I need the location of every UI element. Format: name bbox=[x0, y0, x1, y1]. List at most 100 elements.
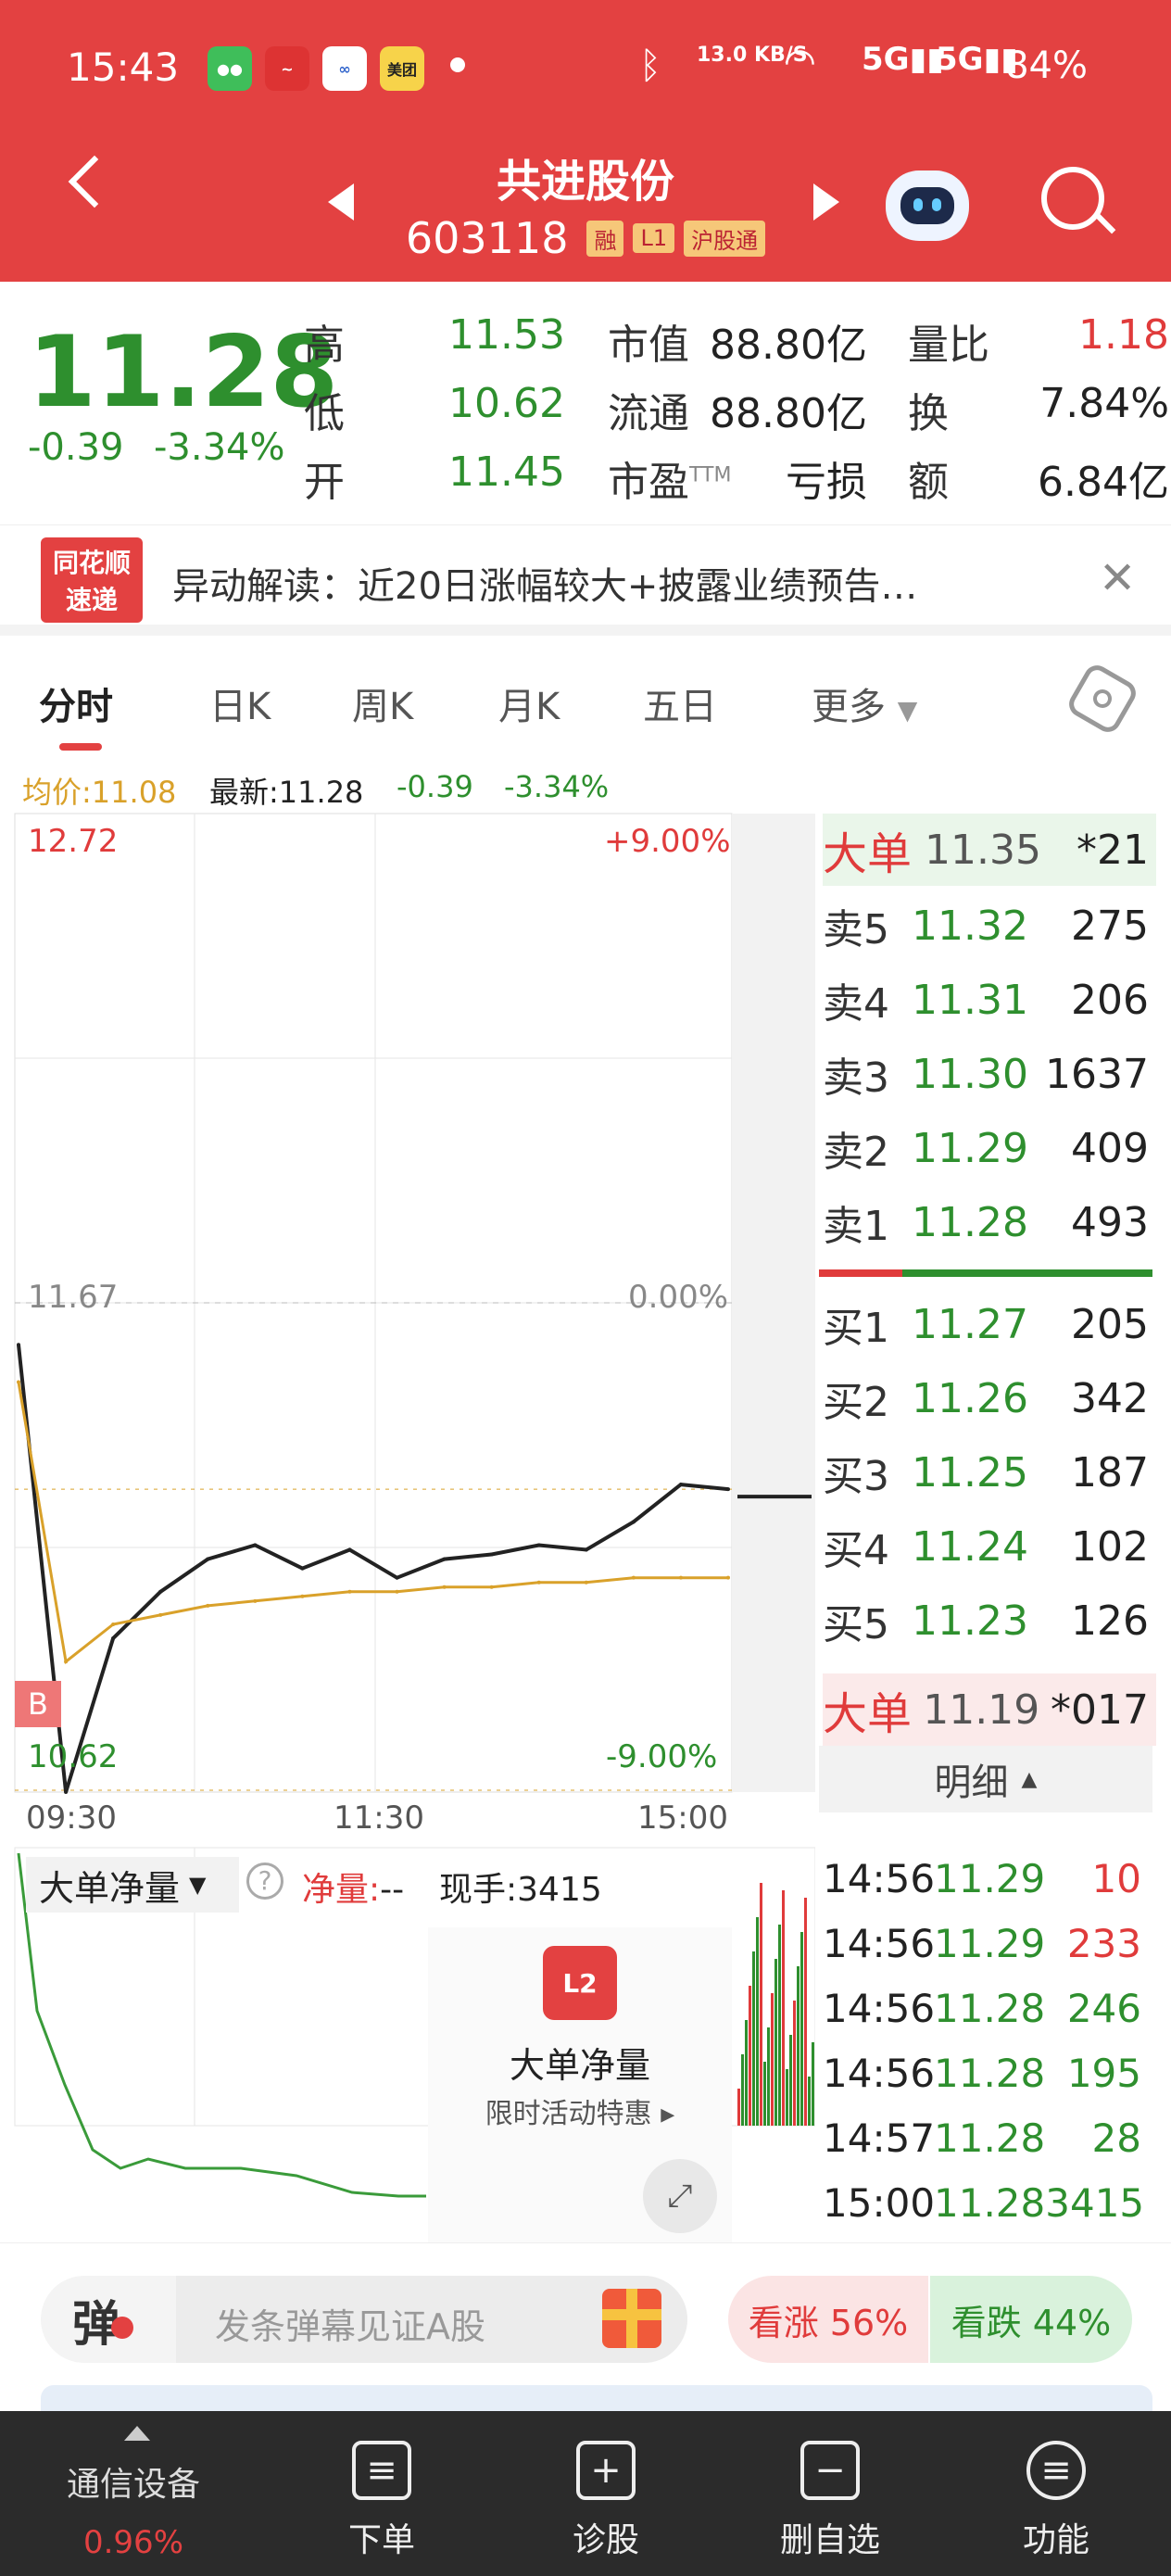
tab-intraday[interactable]: 分时 bbox=[39, 676, 113, 730]
netflow-bar bbox=[804, 1898, 807, 2126]
diagnose-icon: + bbox=[576, 2441, 636, 2500]
price-point bbox=[347, 1589, 352, 1594]
high-value: 11.53 bbox=[448, 311, 565, 359]
expand-icon[interactable]: ⤢ bbox=[643, 2159, 717, 2233]
buy-sell-ratio-red bbox=[819, 1269, 902, 1277]
search-icon[interactable] bbox=[1041, 167, 1104, 230]
mcap-label: 市值 bbox=[608, 322, 689, 369]
netflow-bar bbox=[774, 1959, 777, 2126]
netflow-bar bbox=[812, 2042, 814, 2126]
mcap-value: 88.80亿 bbox=[710, 322, 867, 369]
close-icon[interactable]: ✕ bbox=[1099, 552, 1136, 604]
price-point bbox=[395, 1589, 399, 1594]
sector-name[interactable]: 通信设备 bbox=[41, 2457, 226, 2506]
open-label: 开 bbox=[304, 459, 345, 506]
price-point bbox=[300, 1566, 305, 1571]
high-label: 高 bbox=[304, 322, 345, 369]
settings-icon[interactable] bbox=[1064, 661, 1140, 737]
panel-peek bbox=[41, 2385, 1152, 2411]
bid-row[interactable]: 买5 11.23 126 bbox=[823, 1585, 1156, 1657]
menu-icon: ≡ bbox=[1026, 2441, 1086, 2500]
price-point bbox=[489, 1585, 494, 1589]
tab-weekly-k[interactable]: 周K bbox=[352, 676, 413, 730]
l2-promo-panel[interactable]: L2 大单净量 限时活动特惠 ▸ ⤢ bbox=[428, 1927, 732, 2242]
status-time: 15:43 bbox=[67, 44, 180, 90]
netflow-bar bbox=[789, 2035, 792, 2126]
netflow-bar bbox=[793, 2001, 796, 2126]
price-point bbox=[300, 1594, 305, 1598]
ask-row[interactable]: 卖2 11.29 409 bbox=[823, 1112, 1156, 1192]
nav-remove-watch[interactable]: − 删自选 bbox=[737, 2441, 923, 2561]
price-point bbox=[442, 1557, 447, 1561]
chevron-down-icon: ▼ bbox=[897, 695, 918, 726]
bluetooth-icon: ᛒ bbox=[639, 44, 661, 87]
y-mid-pct: 0.00% bbox=[628, 1279, 729, 1316]
buy-marker[interactable]: B bbox=[15, 1681, 61, 1727]
tab-daily-k[interactable]: 日K bbox=[209, 676, 271, 730]
x-time-close: 15:00 bbox=[637, 1799, 728, 1837]
app-notification-icon-2: ∞ bbox=[322, 46, 367, 91]
amount-value: 6.84亿 bbox=[1038, 459, 1169, 506]
netflow-bar bbox=[737, 2089, 740, 2126]
current-hand: 现手:3415 bbox=[439, 1871, 602, 1909]
gift-icon[interactable] bbox=[602, 2289, 661, 2348]
detail-toggle[interactable]: 明细 ▲ bbox=[819, 1746, 1152, 1812]
bid-row[interactable]: 买1 11.27 205 bbox=[823, 1288, 1156, 1360]
nav-order[interactable]: ≡ 下单 bbox=[289, 2441, 474, 2561]
price-point bbox=[395, 1575, 399, 1580]
nav-functions[interactable]: ≡ 功能 bbox=[963, 2441, 1149, 2561]
volume-ratio-label: 量比 bbox=[908, 322, 989, 369]
y-top-price: 12.72 bbox=[28, 823, 119, 860]
price-point bbox=[111, 1622, 116, 1626]
price-point bbox=[726, 1487, 730, 1492]
amount-label: 额 bbox=[908, 459, 949, 506]
vote-down-button[interactable]: 看跌 44% bbox=[930, 2276, 1132, 2363]
app-notification-icon: ~ bbox=[265, 46, 309, 91]
ask-row[interactable]: 卖3 11.30 1637 bbox=[823, 1038, 1156, 1118]
stock-name: 共进股份 bbox=[496, 156, 674, 208]
trade-detail-row: 14:56 11.29 233 bbox=[823, 1920, 1141, 1966]
bid-row[interactable]: 买2 11.26 342 bbox=[823, 1362, 1156, 1434]
netflow-bar bbox=[778, 1925, 781, 2126]
price-point bbox=[64, 1660, 69, 1664]
price-point bbox=[584, 1580, 588, 1585]
notice-text[interactable]: 异动解读：近20日涨幅较大+披露业绩预告… bbox=[172, 556, 1062, 610]
ask-row[interactable]: 卖4 11.31 206 bbox=[823, 964, 1156, 1043]
price-point bbox=[64, 1790, 69, 1794]
last-change-pct: -3.34% bbox=[504, 769, 610, 804]
chevron-down-icon: ▼ bbox=[189, 1872, 207, 1898]
netflow-selector[interactable]: 大单净量 ▼ bbox=[26, 1857, 239, 1913]
tab-five-day[interactable]: 五日 bbox=[643, 676, 717, 730]
expand-up-icon[interactable] bbox=[124, 2426, 150, 2441]
pe-value: 亏损 bbox=[786, 459, 867, 506]
bid-row[interactable]: 买4 11.24 102 bbox=[823, 1510, 1156, 1583]
ask-row[interactable]: 卖1 11.28 493 bbox=[823, 1186, 1156, 1266]
vote-up-button[interactable]: 看涨 56% bbox=[728, 2276, 928, 2363]
ask-row[interactable]: 卖5 11.32 275 bbox=[823, 890, 1156, 969]
help-icon[interactable]: ? bbox=[246, 1863, 283, 1900]
price-change: -0.39 bbox=[28, 426, 124, 469]
netflow-bar bbox=[808, 2077, 811, 2126]
notification-dot-icon bbox=[450, 57, 465, 72]
afterhours-area bbox=[732, 814, 815, 1792]
price-point bbox=[206, 1557, 210, 1561]
tab-more[interactable]: 更多 ▼ bbox=[812, 676, 917, 730]
nav-diagnose[interactable]: + 诊股 bbox=[513, 2441, 699, 2561]
wifi-icon: ◠ bbox=[784, 41, 816, 83]
price-point bbox=[442, 1585, 447, 1589]
netflow-bar bbox=[800, 1932, 803, 2126]
y-top-pct: +9.00% bbox=[604, 823, 731, 860]
price-point bbox=[584, 1547, 588, 1552]
netflow-bar bbox=[745, 2020, 748, 2126]
promo-subtitle[interactable]: 限时活动特惠 ▸ bbox=[428, 2090, 732, 2131]
robot-assistant-icon[interactable] bbox=[886, 170, 969, 241]
x-time-open: 09:30 bbox=[26, 1799, 117, 1837]
netflow-bar bbox=[752, 1951, 755, 2126]
tab-monthly-k[interactable]: 月K bbox=[498, 676, 560, 730]
bid-row[interactable]: 买3 11.25 187 bbox=[823, 1436, 1156, 1509]
low-value: 10.62 bbox=[448, 380, 565, 427]
big-buy-order: 大单 11.19 *017 bbox=[823, 1673, 1156, 1746]
price-point bbox=[631, 1520, 636, 1524]
price-point bbox=[678, 1575, 683, 1580]
stock-code: 603118 bbox=[405, 213, 569, 263]
